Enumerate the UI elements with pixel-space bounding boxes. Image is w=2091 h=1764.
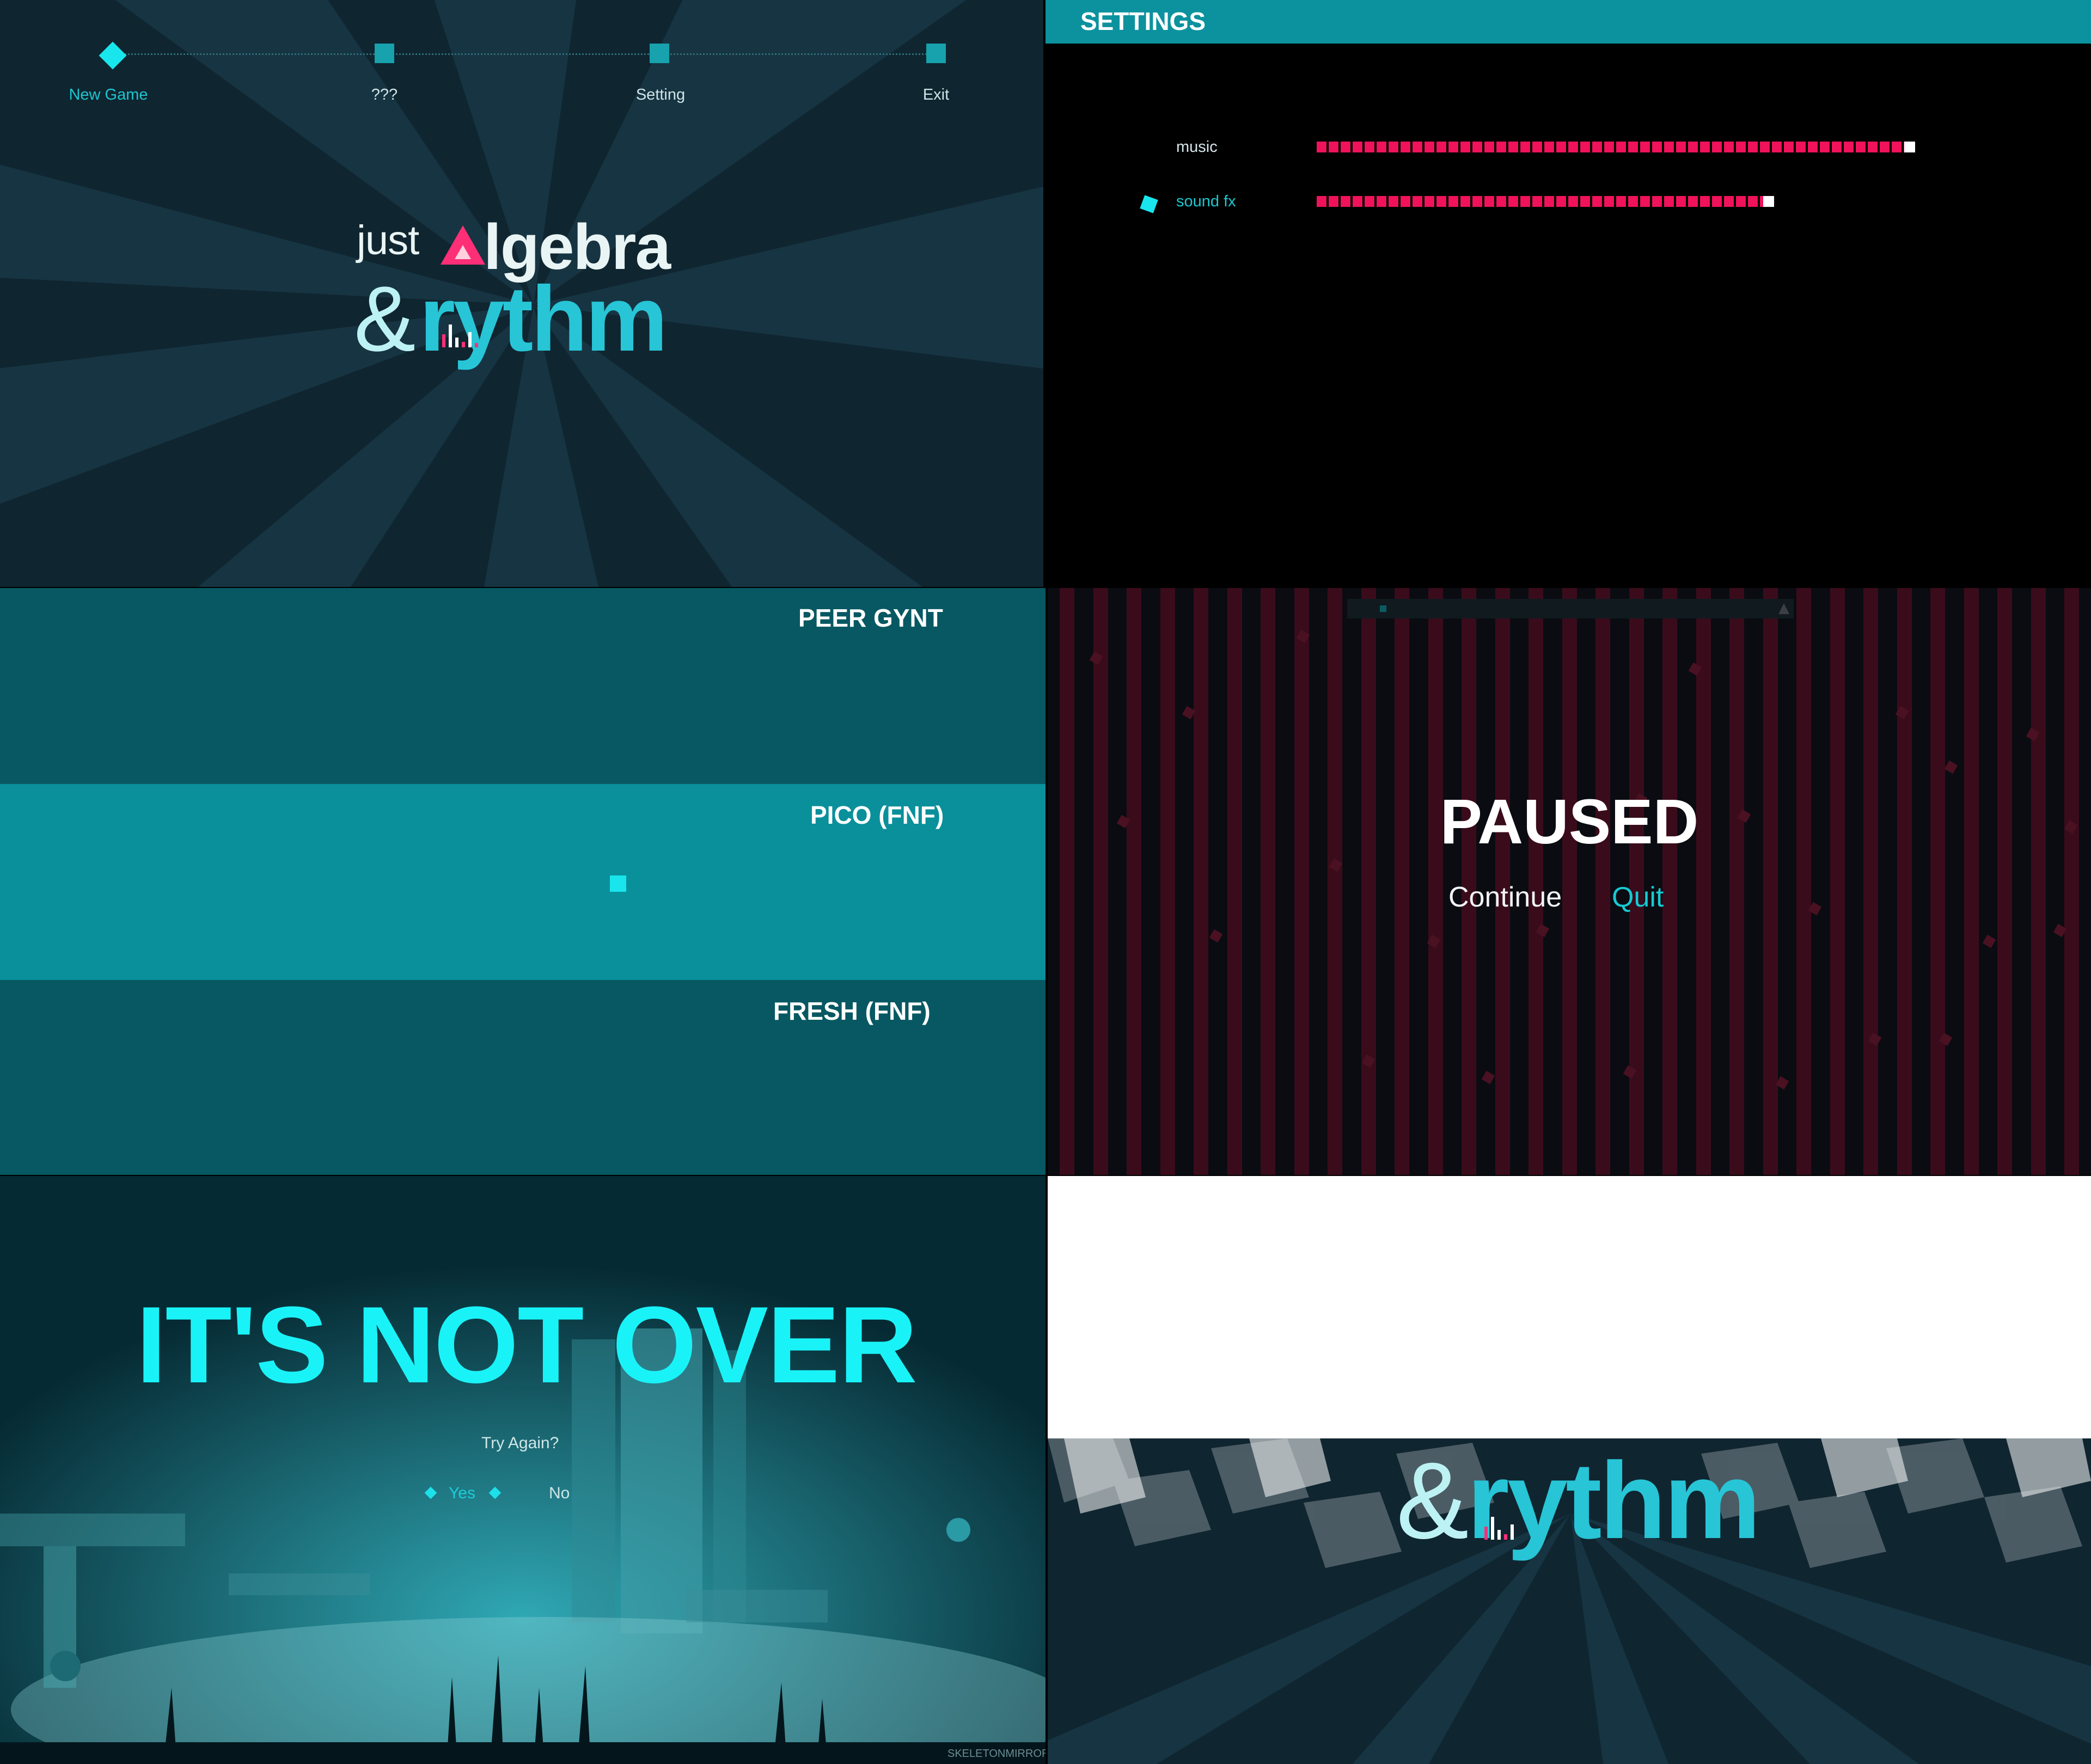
logo-word-rythm: rythm [419,267,668,371]
background-stripe [1830,588,1845,1175]
logo-word-rythm: rythm [1467,1440,1761,1561]
confetti-piece [1481,1070,1495,1085]
sound-fx-volume-slider[interactable] [1317,196,1915,207]
background-stripe [2031,588,2046,1175]
pause-option-continue[interactable]: Continue [1448,881,1562,914]
logo-ampersand: & [1396,1440,1469,1561]
triangle-marker-icon [1778,603,1789,614]
background-stripe [1261,588,1275,1175]
menu-track-line [112,53,937,55]
background-stripe [1060,588,1074,1175]
progress-track [1347,599,1794,618]
confetti-piece [1944,760,1958,774]
option-no[interactable]: No [549,1484,570,1503]
background-stripe [1361,588,1376,1175]
equalizer-icon [1484,1517,1514,1540]
menu-node-unknown[interactable] [375,44,394,63]
background-stripe [1294,588,1309,1175]
pause-option-quit[interactable]: Quit [1612,881,1664,914]
background-stripe [1160,588,1175,1175]
background-stripe [1863,588,1878,1175]
music-volume-slider[interactable] [1317,142,1915,152]
sfx-slider-fill [1317,196,1763,207]
background-stripe [1997,588,2012,1175]
music-slider-knob[interactable] [1904,142,1915,152]
logo-triangle-icon [441,225,485,265]
background-stripe [1194,588,1208,1175]
background-stripe [1662,588,1677,1175]
selection-cursor-icon [610,875,626,892]
background-stripe [1729,588,1744,1175]
background-stripe [1696,588,1711,1175]
settings-header-bar: SETTINGS [1046,0,2091,44]
menu-item-exit[interactable]: Exit [871,86,1001,104]
logo-ampersand: & [354,267,416,371]
selection-cursor-icon [1140,195,1158,213]
main-menu-screen: New Game ??? Setting Exit just lgebra & … [0,0,1043,587]
sfx-slider-knob[interactable] [1763,196,1774,207]
transition-screen: & rythm [1048,1176,2091,1764]
confetti-piece [1209,929,1223,943]
background-stripe [1930,588,1945,1175]
try-again-prompt: Try Again? [481,1434,559,1452]
forest-background [0,1176,1046,1764]
song-row-pico[interactable]: PICO (FNF) [0,784,1046,980]
background-stripe [1428,588,1443,1175]
background-stripe [1395,588,1409,1175]
settings-title: SETTINGS [1080,7,1206,35]
song-title-pico: PICO (FNF) [810,801,944,829]
song-title-peer-gynt: PEER GYNT [798,604,943,632]
settings-screen: SETTINGS music sound fx [1046,0,2091,587]
background-stripe [1127,588,1141,1175]
pause-screen: PAUSED Continue Quit [1048,588,2091,1175]
setting-label-sound-fx[interactable]: sound fx [1176,193,1236,211]
artist-signature: SKELETONMIRRORS [947,1748,1046,1760]
setting-label-music[interactable]: music [1176,138,1218,156]
background-stripe [1796,588,1811,1175]
game-over-screen: IT'S NOT OVER Try Again? Yes No SKELETON… [0,1176,1046,1764]
background-stripe [1328,588,1342,1175]
paused-title: PAUSED [1440,786,1699,857]
background-stripe [1595,588,1610,1175]
background-stripe [1562,588,1577,1175]
menu-item-unknown[interactable]: ??? [319,86,450,104]
background-stripe [1763,588,1778,1175]
song-row-peer-gynt[interactable]: PEER GYNT [0,588,1046,784]
equalizer-icon [442,324,478,347]
background-stripe [1964,588,1979,1175]
menu-item-new-game[interactable]: New Game [43,86,174,104]
player-marker-icon [1380,605,1386,612]
game-over-title: IT'S NOT OVER [136,1284,918,1406]
logo-word-just: just [357,217,419,264]
confetti-piece [1982,934,1996,948]
song-select-screen: PEER GYNT PICO (FNF) FRESH (FNF) [0,588,1046,1175]
background-stripe [2064,588,2079,1175]
song-row-fresh[interactable]: FRESH (FNF) [0,980,1046,1175]
music-slider-fill [1317,142,1904,152]
menu-node-setting[interactable] [650,44,669,63]
menu-node-exit[interactable] [926,44,946,63]
option-yes[interactable]: Yes [449,1484,475,1503]
background-stripe [1897,588,1912,1175]
background-stripe [1093,588,1108,1175]
menu-item-setting[interactable]: Setting [595,86,726,104]
background-stripe [1227,588,1242,1175]
song-title-fresh: FRESH (FNF) [773,997,931,1025]
